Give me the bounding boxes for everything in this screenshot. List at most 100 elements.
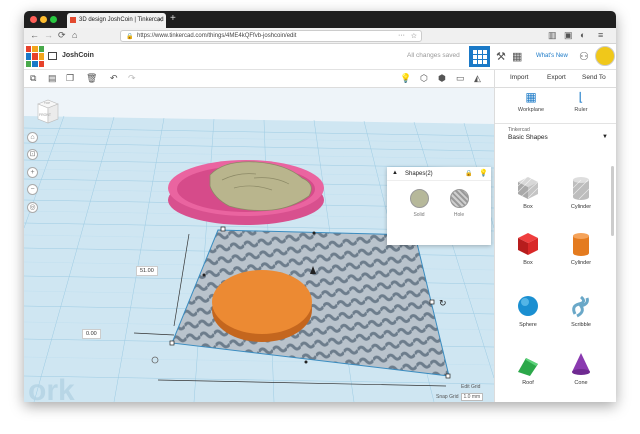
hole-option[interactable]: Hole: [444, 189, 474, 218]
workplane-label: Workplane: [517, 107, 545, 113]
whats-new-link[interactable]: What's New: [536, 53, 568, 59]
tab-close-icon[interactable]: ✕: [157, 16, 163, 24]
3d-view-button[interactable]: [469, 46, 490, 67]
navigation-bar: ← → ⟳ ⌂ 🔒 https://www.tinkercad.com/thin…: [24, 28, 616, 44]
build-hammer-icon[interactable]: ⚒: [496, 50, 506, 63]
view-cube[interactable]: TOP FRONT: [35, 98, 60, 124]
rotate-handle-icon[interactable]: ↻: [439, 299, 447, 309]
shape-label: Sphere: [519, 322, 537, 328]
3d-workplane-viewport[interactable]: ork ↻ ›: [24, 88, 494, 402]
maximize-window-button[interactable]: [50, 16, 57, 23]
box-icon: [518, 233, 538, 255]
browser-tab[interactable]: 3D design JoshCoin | Tinkercad ✕: [67, 13, 166, 28]
sidebar-icon[interactable]: ▣: [564, 30, 573, 41]
add-user-icon[interactable]: ⚇: [579, 50, 589, 63]
snap-grid-value[interactable]: 1.0 mm: [460, 393, 484, 401]
shape-box-hole[interactable]: Box: [508, 174, 548, 210]
light-bulb-icon[interactable]: 💡: [400, 73, 411, 84]
shape-cone[interactable]: Cone: [561, 350, 601, 386]
viewcube-front-label: FRONT: [39, 113, 52, 117]
ruler-button[interactable]: ⌊ Ruler: [561, 90, 601, 113]
address-bar[interactable]: 🔒 https://www.tinkercad.com/things/4ME4k…: [120, 30, 422, 42]
shape-label: Roof: [522, 380, 534, 386]
drag-handle-icon[interactable]: [151, 356, 159, 364]
undo-icon[interactable]: ↶: [110, 73, 118, 84]
group-icon[interactable]: ⬡: [420, 73, 428, 84]
mirror-icon[interactable]: ◭: [474, 73, 481, 84]
solid-label: Solid: [413, 212, 425, 218]
cylinder-icon: [573, 233, 589, 256]
import-button[interactable]: Import: [510, 74, 528, 81]
fit-view-icon[interactable]: ⊡: [27, 149, 38, 160]
shape-cylinder-hole[interactable]: Cylinder: [561, 174, 601, 210]
collapse-inspector-icon[interactable]: ▲: [392, 170, 398, 176]
minimize-window-button[interactable]: [40, 16, 47, 23]
redo-icon[interactable]: ↷: [128, 73, 136, 84]
viewcube-top-label: TOP: [44, 101, 51, 105]
light-bulb-visibility-icon[interactable]: 💡: [479, 169, 488, 177]
shape-library-select[interactable]: Basic Shapes ▼: [508, 134, 608, 141]
snap-grid-control[interactable]: Snap Grid 1.0 mm: [436, 393, 484, 401]
shape-scribble[interactable]: Scribble: [561, 292, 601, 328]
reader-icon[interactable]: ◐: [580, 30, 585, 40]
scene-objects: ↻ ›: [151, 160, 451, 379]
hamburger-menu-icon[interactable]: ≡: [598, 30, 603, 40]
workplane-button[interactable]: ▦ Workplane: [511, 90, 551, 113]
shapes-side-panel: ▦ Workplane ⌊ Ruler Tinkercad Basic Shap…: [494, 88, 616, 402]
library-icon[interactable]: ▥: [548, 30, 557, 41]
shapes-scrollbar[interactable]: [611, 166, 614, 236]
inspector-title: Shapes(2): [405, 171, 433, 177]
shape-label: Cylinder: [570, 260, 592, 266]
shape-label: Box: [523, 204, 533, 210]
shape-label: Scribble: [571, 322, 591, 328]
ruler-icon: ⌊: [578, 90, 584, 104]
blocks-icon[interactable]: ▦: [512, 50, 522, 63]
orange-cylinder-top[interactable]: [212, 270, 312, 334]
reload-button[interactable]: ⟳: [58, 30, 66, 41]
ungroup-icon[interactable]: ⬢: [438, 73, 446, 84]
duplicate-icon[interactable]: ❐: [66, 73, 74, 84]
tinkercad-logo[interactable]: [26, 46, 44, 67]
offset-dimension-label[interactable]: 0.00: [82, 329, 101, 339]
shape-roof[interactable]: Roof: [508, 350, 548, 386]
bookmark-star-icon[interactable]: ☆: [411, 32, 417, 40]
library-label: Tinkercad: [508, 127, 530, 133]
title-bar: 3D design JoshCoin | Tinkercad ✕ +: [24, 11, 616, 28]
tinkercad-favicon-icon: [70, 17, 76, 23]
avatar[interactable]: [595, 46, 615, 66]
hole-label: Hole: [453, 212, 465, 218]
shape-label: Box: [523, 260, 533, 266]
perspective-icon[interactable]: ◎: [27, 202, 38, 213]
project-name[interactable]: JoshCoin: [62, 52, 94, 59]
sphere-icon: [518, 296, 538, 316]
align-icon[interactable]: ▭: [456, 73, 465, 84]
send-to-button[interactable]: Send To: [582, 74, 606, 81]
home-view-icon[interactable]: ⌂: [27, 132, 38, 143]
shape-cylinder[interactable]: Cylinder: [561, 230, 601, 266]
solid-option[interactable]: Solid: [404, 189, 434, 218]
shape-box[interactable]: Box: [508, 230, 548, 266]
zoom-in-icon[interactable]: +: [27, 167, 38, 178]
design-list-icon[interactable]: [48, 52, 57, 60]
export-button[interactable]: Export: [547, 74, 566, 81]
back-button[interactable]: ←: [30, 30, 39, 40]
edit-toolbar: ⧉ ▤ ❐ 🗑 ↶ ↷ 💡 ⬡ ⬢ ▭ ◭ Import Export Send…: [24, 70, 616, 88]
zoom-out-icon[interactable]: −: [27, 184, 38, 195]
page-actions-icon[interactable]: ···: [398, 32, 405, 39]
shape-sphere[interactable]: Sphere: [508, 292, 548, 328]
app-header: JoshCoin All changes saved ⚒ ▦ What's Ne…: [24, 44, 616, 70]
toolbar-divider: [494, 70, 495, 88]
forward-button[interactable]: →: [44, 30, 53, 40]
close-window-button[interactable]: [30, 16, 37, 23]
edit-grid-link[interactable]: Edit Grid: [461, 384, 480, 390]
shape-inspector-panel: ▲ Shapes(2) 🔒 💡 Solid Hole: [387, 167, 491, 245]
hole-swatch-icon: [449, 189, 469, 208]
delete-icon[interactable]: 🗑: [86, 73, 97, 84]
paste-icon[interactable]: ▤: [48, 73, 57, 84]
height-dimension-label[interactable]: 51.00: [136, 266, 158, 276]
home-button[interactable]: ⌂: [72, 30, 77, 40]
lock-shape-icon[interactable]: 🔒: [465, 170, 472, 177]
new-tab-button[interactable]: +: [170, 13, 176, 24]
ruler-label: Ruler: [574, 107, 588, 113]
copy-icon[interactable]: ⧉: [30, 73, 36, 84]
